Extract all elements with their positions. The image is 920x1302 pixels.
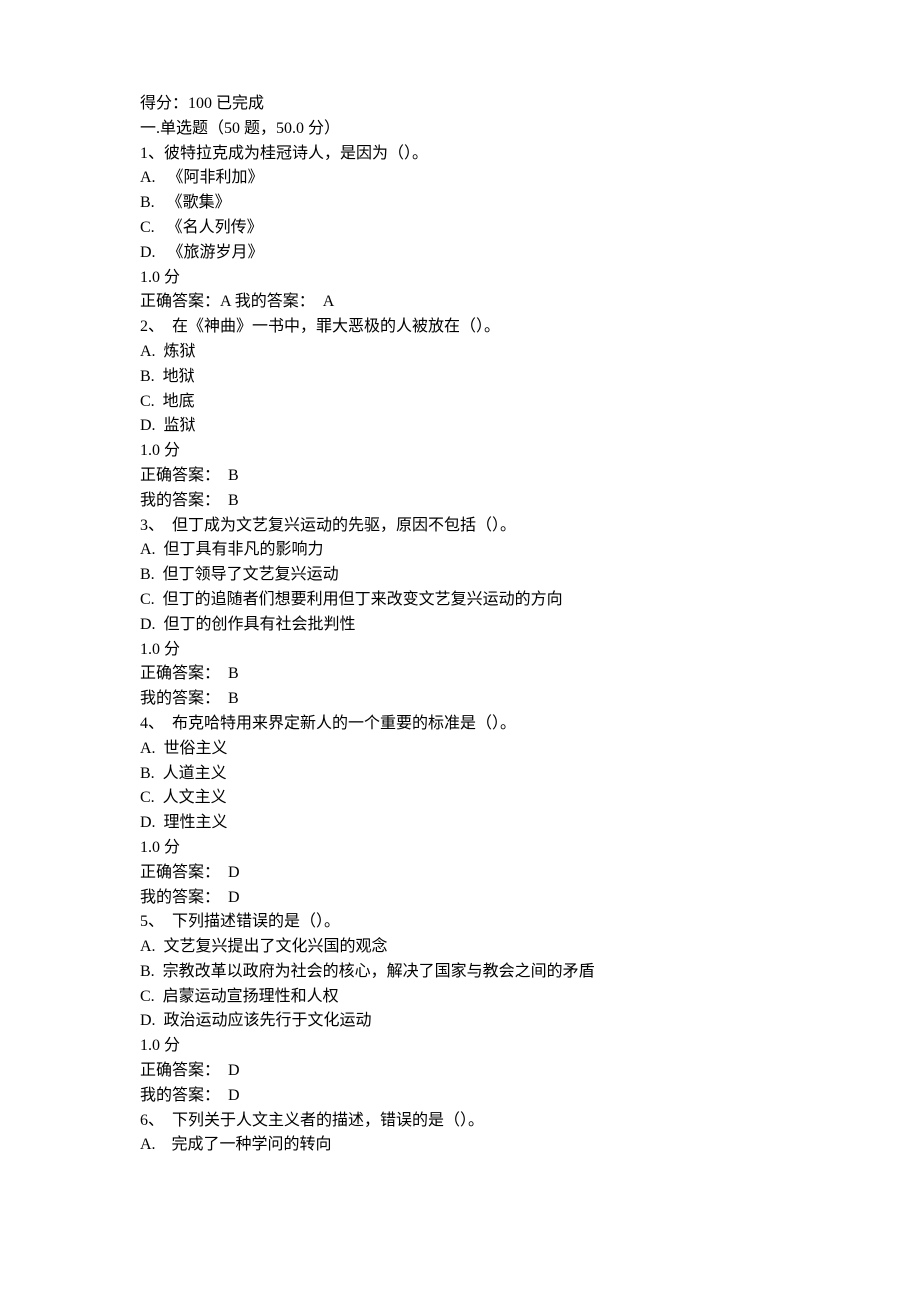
answer-line: 正确答案：A 我的答案： A: [140, 290, 780, 315]
question-option: D. 政治运动应该先行于文化运动: [140, 1009, 780, 1034]
question-stem: 6、 下列关于人文主义者的描述，错误的是（）。: [140, 1109, 780, 1134]
question-stem: 3、 但丁成为文艺复兴运动的先驱，原因不包括（）。: [140, 514, 780, 539]
section-title: 一.单选题（50 题，50.0 分）: [140, 117, 780, 142]
question-option: B. 宗教改革以政府为社会的核心，解决了国家与教会之间的矛盾: [140, 960, 780, 985]
question-option: C. 启蒙运动宣扬理性和人权: [140, 985, 780, 1010]
question-option: A. 炼狱: [140, 340, 780, 365]
correct-answer-line: 正确答案： D: [140, 1059, 780, 1084]
question-option: A. 世俗主义: [140, 737, 780, 762]
score-value: 100: [188, 95, 212, 112]
question-option: D. 《旅游岁月》: [140, 241, 780, 266]
question-option: A. 完成了一种学问的转向: [140, 1133, 780, 1158]
my-answer-line: 我的答案： B: [140, 489, 780, 514]
question-option: D. 理性主义: [140, 811, 780, 836]
question-option: C. 人文主义: [140, 786, 780, 811]
question-points: 1.0 分: [140, 638, 780, 663]
question-option: C. 地底: [140, 390, 780, 415]
question-option: A. 但丁具有非凡的影响力: [140, 538, 780, 563]
status-text: 已完成: [216, 95, 264, 112]
question-points: 1.0 分: [140, 266, 780, 291]
question-points: 1.0 分: [140, 439, 780, 464]
question-option: A. 文艺复兴提出了文化兴国的观念: [140, 935, 780, 960]
question-option: C. 但丁的追随者们想要利用但丁来改变文艺复兴运动的方向: [140, 588, 780, 613]
question-points: 1.0 分: [140, 836, 780, 861]
score-line: 得分：100 已完成: [140, 92, 780, 117]
question-option: A. 《阿非利加》: [140, 166, 780, 191]
my-answer-line: 我的答案： D: [140, 1084, 780, 1109]
question-option: B. 地狱: [140, 365, 780, 390]
my-answer-line: 我的答案： B: [140, 687, 780, 712]
document-page: 得分：100 已完成 一.单选题（50 题，50.0 分） 1、彼特拉克成为桂冠…: [0, 0, 920, 1302]
question-option: B. 《歌集》: [140, 191, 780, 216]
question-option: B. 人道主义: [140, 762, 780, 787]
my-answer-line: 我的答案： D: [140, 886, 780, 911]
question-points: 1.0 分: [140, 1034, 780, 1059]
question-stem: 2、 在《神曲》一书中，罪大恶极的人被放在（）。: [140, 315, 780, 340]
correct-answer-line: 正确答案： D: [140, 861, 780, 886]
correct-answer-line: 正确答案： B: [140, 662, 780, 687]
question-option: D. 但丁的创作具有社会批判性: [140, 613, 780, 638]
question-stem: 1、彼特拉克成为桂冠诗人，是因为（）。: [140, 142, 780, 167]
question-option: B. 但丁领导了文艺复兴运动: [140, 563, 780, 588]
question-option: C. 《名人列传》: [140, 216, 780, 241]
correct-answer-line: 正确答案： B: [140, 464, 780, 489]
question-option: D. 监狱: [140, 414, 780, 439]
score-label: 得分：: [140, 95, 188, 112]
question-stem: 4、 布克哈特用来界定新人的一个重要的标准是（）。: [140, 712, 780, 737]
question-stem: 5、 下列描述错误的是（）。: [140, 910, 780, 935]
